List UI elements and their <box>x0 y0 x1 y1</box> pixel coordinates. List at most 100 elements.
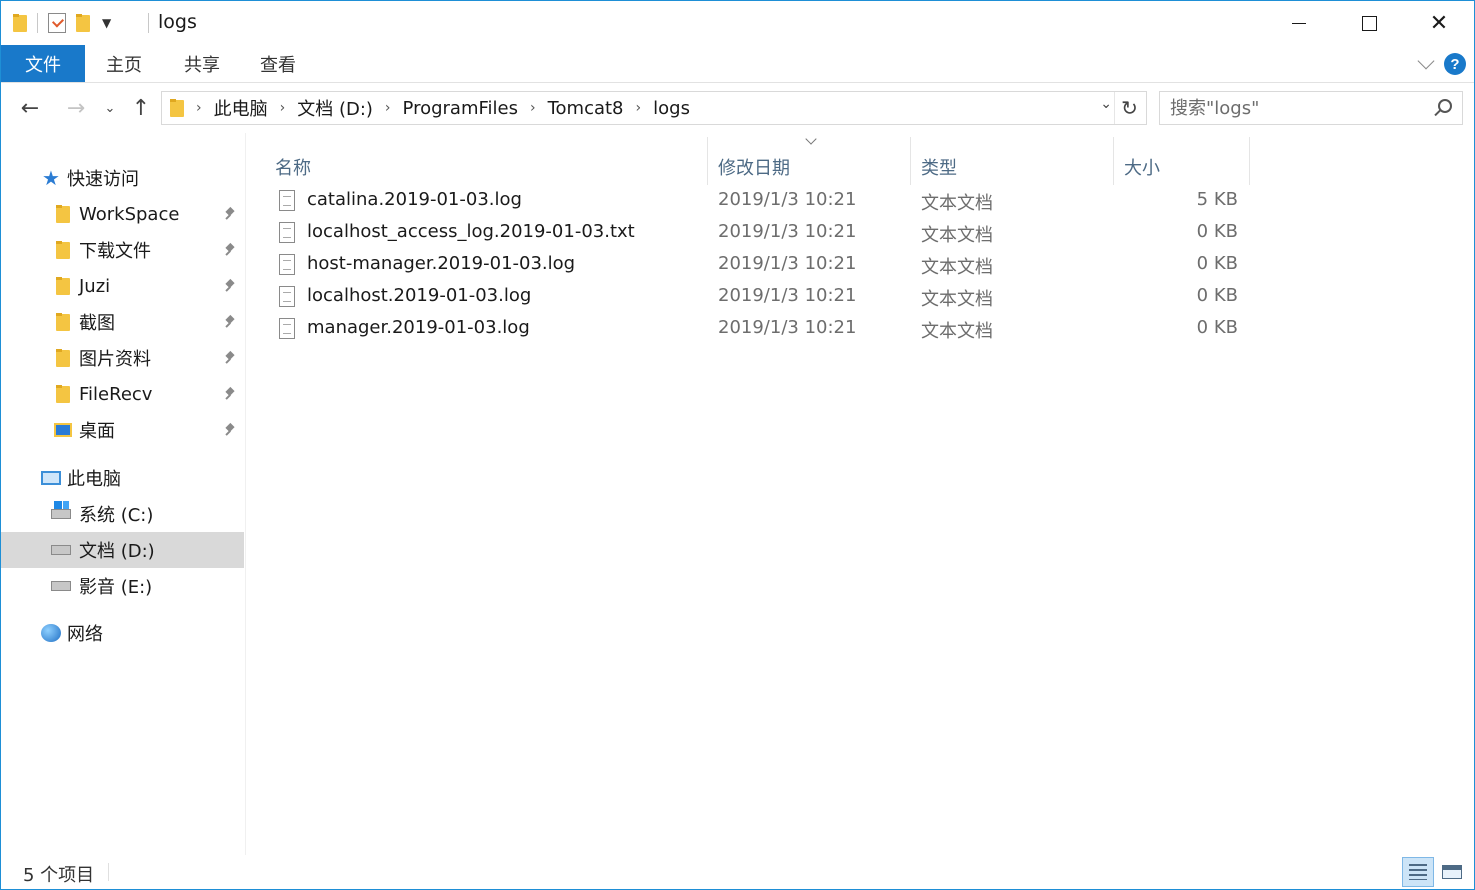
column-divider[interactable] <box>1249 137 1250 185</box>
tab-view[interactable]: 查看 <box>241 45 315 82</box>
pin-icon <box>223 207 237 221</box>
nav-item-workspace[interactable]: WorkSpace <box>1 196 244 232</box>
file-row[interactable]: manager.2019-01-03.log 2019/1/3 10:21 文本… <box>273 313 1243 345</box>
nav-this-pc[interactable]: 此电脑 <box>1 460 244 496</box>
file-type: 文本文档 <box>921 321 993 342</box>
maximize-icon <box>1361 15 1377 31</box>
file-row[interactable]: localhost_access_log.2019-01-03.txt 2019… <box>273 217 1243 249</box>
column-header-type[interactable]: 类型 <box>921 145 957 189</box>
file-date: 2019/1/3 10:21 <box>718 317 857 338</box>
breadcrumb-drive-d[interactable]: 文档 (D:) <box>297 95 373 121</box>
large-icons-view-icon <box>1442 865 1462 879</box>
close-button[interactable]: ✕ <box>1404 1 1474 45</box>
file-row[interactable]: catalina.2019-01-03.log 2019/1/3 10:21 文… <box>273 185 1243 217</box>
tab-share[interactable]: 共享 <box>163 45 241 82</box>
breadcrumb-separator-icon[interactable]: › <box>636 100 642 116</box>
maximize-button[interactable] <box>1334 1 1404 45</box>
details-view-button[interactable] <box>1402 857 1434 887</box>
breadcrumb-separator-icon[interactable]: › <box>280 100 286 116</box>
address-bar[interactable]: › 此电脑 › 文档 (D:) › ProgramFiles › Tomcat8… <box>161 91 1147 125</box>
breadcrumb-separator-icon[interactable]: › <box>385 100 391 116</box>
computer-icon <box>41 468 61 488</box>
quick-access-star-icon: ★ <box>42 166 60 190</box>
column-header-date[interactable]: 修改日期 <box>718 145 790 189</box>
file-date: 2019/1/3 10:21 <box>718 253 857 274</box>
nav-item-juzi[interactable]: Juzi <box>1 268 244 304</box>
address-folder-icon <box>170 99 184 117</box>
up-button[interactable]: ↑ <box>128 95 154 121</box>
pin-icon <box>223 279 237 293</box>
text-file-icon <box>279 254 295 275</box>
file-row[interactable]: localhost.2019-01-03.log 2019/1/3 10:21 … <box>273 281 1243 313</box>
folder-icon <box>53 276 73 296</box>
back-button[interactable]: ← <box>17 95 43 121</box>
properties-icon[interactable] <box>48 13 66 33</box>
customize-toolbar-dropdown-icon[interactable]: ▼ <box>102 16 111 30</box>
column-divider[interactable] <box>1113 137 1114 185</box>
file-name: catalina.2019-01-03.log <box>307 189 522 210</box>
nav-drive-c[interactable]: 系统 (C:) <box>1 496 244 532</box>
up-arrow-icon: ↑ <box>131 95 151 121</box>
title-divider <box>148 13 149 33</box>
pane-divider[interactable] <box>245 133 246 855</box>
nav-label: Juzi <box>79 275 111 297</box>
recent-locations-button[interactable]: ⌄ <box>97 95 123 121</box>
breadcrumb-separator-icon[interactable]: › <box>530 100 536 116</box>
nav-quick-access[interactable]: ★ 快速访问 <box>1 160 244 196</box>
breadcrumb-tomcat8[interactable]: Tomcat8 <box>548 98 624 119</box>
nav-item-screenshots[interactable]: 截图 <box>1 304 244 340</box>
nav-item-downloads[interactable]: 下载文件 <box>1 232 244 268</box>
tab-home[interactable]: 主页 <box>85 45 163 82</box>
file-list: 名称 修改日期 类型 大小 catalina.2019-01-03.log 20… <box>247 133 1474 855</box>
pin-icon <box>223 351 237 365</box>
sort-indicator-icon <box>805 133 817 145</box>
navigation-pane: ★ 快速访问 WorkSpace 下载文件 Juzi 截图 图片资料 FileR… <box>1 133 246 855</box>
large-icons-view-button[interactable] <box>1436 857 1468 887</box>
column-divider[interactable] <box>910 137 911 185</box>
refresh-icon[interactable]: ↻ <box>1114 92 1144 124</box>
window-controls: ✕ <box>1264 1 1474 45</box>
help-icon[interactable]: ? <box>1444 53 1466 75</box>
nav-label: 图片资料 <box>79 349 151 370</box>
folder-icon <box>53 204 73 224</box>
drive-icon <box>51 540 71 560</box>
pin-icon <box>223 387 237 401</box>
nav-drive-e[interactable]: 影音 (E:) <box>1 568 244 604</box>
details-view-icon <box>1409 864 1427 880</box>
minimize-button[interactable] <box>1264 1 1334 45</box>
ribbon: 文件 主页 共享 查看 ? <box>1 45 1474 83</box>
search-icon[interactable] <box>1438 99 1452 113</box>
tab-file[interactable]: 文件 <box>1 45 85 82</box>
toolbar-divider <box>37 13 38 33</box>
nav-item-filerecv[interactable]: FileRecv <box>1 376 244 412</box>
breadcrumb-separator-icon[interactable]: › <box>196 100 202 116</box>
forward-button[interactable]: → <box>63 95 89 121</box>
column-divider[interactable] <box>707 137 708 185</box>
breadcrumb-this-pc[interactable]: 此电脑 <box>214 95 268 121</box>
drive-icon <box>51 576 71 596</box>
nav-item-images[interactable]: 图片资料 <box>1 340 244 376</box>
search-input[interactable] <box>1160 97 1420 119</box>
text-file-icon <box>279 318 295 339</box>
address-history-chevron-icon[interactable]: ⌄ <box>1100 96 1112 112</box>
nav-drive-d[interactable]: 文档 (D:) <box>1 532 244 568</box>
system-drive-icon <box>51 501 71 524</box>
nav-item-desktop[interactable]: 桌面 <box>1 412 244 448</box>
folder-icon[interactable] <box>13 14 27 32</box>
nav-label: 影音 (E:) <box>79 577 153 598</box>
nav-label: FileRecv <box>79 383 153 405</box>
text-file-icon <box>279 190 295 211</box>
nav-label: 截图 <box>79 313 115 334</box>
file-type: 文本文档 <box>921 257 993 278</box>
breadcrumb-programfiles[interactable]: ProgramFiles <box>403 98 518 119</box>
pin-icon <box>223 315 237 329</box>
search-box[interactable] <box>1159 91 1463 125</box>
nav-label: 桌面 <box>79 421 115 442</box>
column-header-size[interactable]: 大小 <box>1124 145 1160 189</box>
new-folder-icon[interactable] <box>76 14 90 32</box>
expand-ribbon-chevron-icon[interactable] <box>1417 52 1435 70</box>
nav-network[interactable]: 网络 <box>1 615 244 651</box>
breadcrumb-logs[interactable]: logs <box>653 98 690 119</box>
file-row[interactable]: host-manager.2019-01-03.log 2019/1/3 10:… <box>273 249 1243 281</box>
column-header-name[interactable]: 名称 <box>275 145 311 189</box>
